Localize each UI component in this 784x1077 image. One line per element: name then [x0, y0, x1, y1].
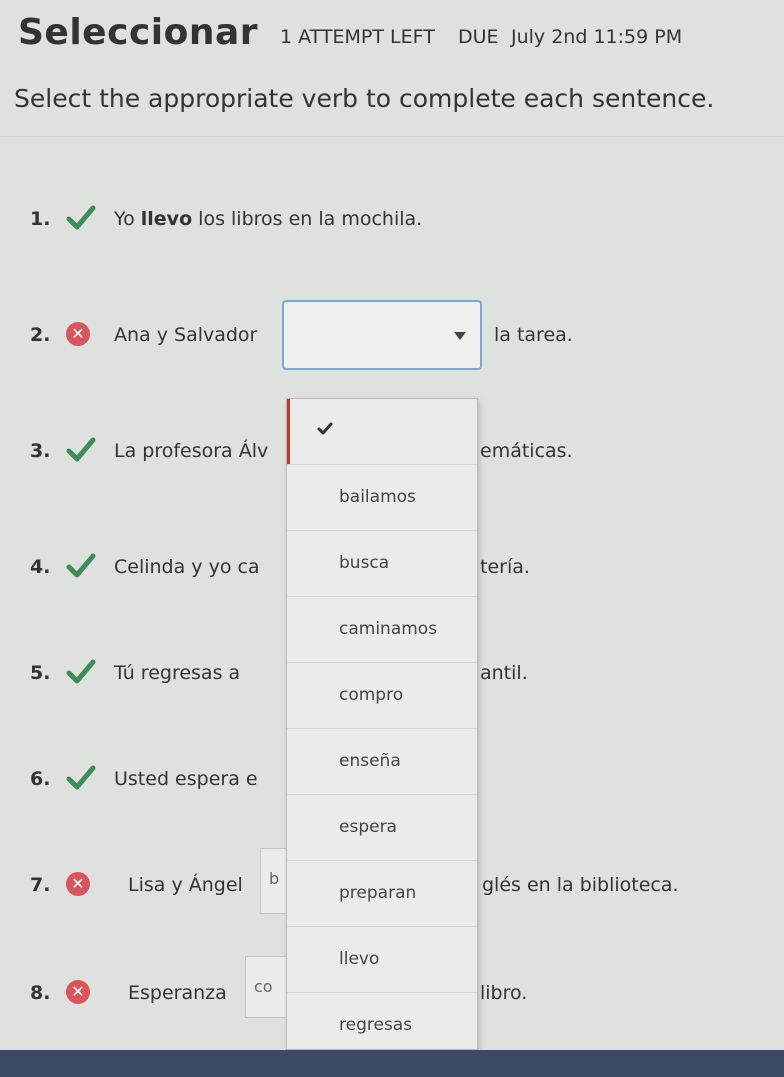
sentence-start: Yo: [114, 208, 135, 230]
correct-check-icon: [66, 204, 96, 232]
due-date: July 2nd 11:59 PM: [511, 26, 683, 48]
dropdown-option[interactable]: compro: [287, 663, 477, 729]
sentence-start: Lisa y Ángel: [128, 874, 243, 896]
sentence-start: Celinda y yo ca: [114, 556, 260, 578]
question-number: 2.: [30, 324, 51, 346]
instructions: Select the appropriate verb to complete …: [14, 84, 715, 113]
correct-check-icon: [66, 658, 96, 686]
question-number: 7.: [30, 874, 51, 896]
sentence-end: antil.: [480, 662, 528, 684]
sentence-end: glés en la biblioteca.: [482, 874, 679, 896]
dropdown-option[interactable]: caminamos: [287, 597, 477, 663]
question-number: 5.: [30, 662, 51, 684]
sentence-start: Ana y Salvador: [114, 324, 258, 346]
header: Seleccionar 1 ATTEMPT LEFT DUE July 2nd …: [18, 10, 778, 58]
sentence-end: emáticas.: [480, 440, 573, 462]
dropdown-caret-icon: [454, 332, 466, 340]
question-number: 6.: [30, 768, 51, 790]
correct-check-icon: [66, 552, 96, 580]
sentence-end: los libros en la mochila.: [198, 208, 423, 230]
sentence-start: Usted espera e: [114, 768, 258, 790]
bottom-bar: [0, 1050, 784, 1077]
question-number: 3.: [30, 440, 51, 462]
sentence-start: Esperanza: [128, 982, 227, 1004]
answer-select-2[interactable]: [282, 300, 482, 370]
verb-dropdown-list[interactable]: bailamos busca caminamos compro enseña e…: [286, 398, 478, 1050]
dropdown-option[interactable]: bailamos: [287, 465, 477, 531]
dropdown-option[interactable]: busca: [287, 531, 477, 597]
due-label: DUE: [458, 26, 499, 48]
divider: [0, 136, 784, 137]
attempts-left: 1 ATTEMPT LEFT: [280, 26, 435, 48]
dropdown-option-empty[interactable]: [287, 399, 477, 465]
question-number: 8.: [30, 982, 51, 1004]
sentence-start: Tú regresas a: [114, 662, 241, 684]
sentence-end: tería.: [480, 556, 530, 578]
incorrect-x-icon: ✕: [66, 872, 90, 896]
incorrect-x-icon: ✕: [66, 980, 90, 1004]
page-title: Seleccionar: [18, 12, 259, 53]
selected-check-icon: [317, 422, 333, 435]
question-number: 1.: [30, 208, 51, 230]
answer-select-8[interactable]: co: [245, 956, 290, 1018]
correct-check-icon: [66, 436, 96, 464]
sentence-start: La profesora Álv: [114, 440, 269, 462]
dropdown-option[interactable]: llevo: [287, 927, 477, 993]
sentence-end: libro.: [480, 982, 528, 1004]
correct-check-icon: [66, 764, 96, 792]
incorrect-x-icon: ✕: [66, 322, 90, 346]
selected-answer: llevo: [140, 208, 193, 230]
question-number: 4.: [30, 556, 51, 578]
sentence-end: la tarea.: [494, 324, 573, 346]
question-1: 1. Yo llevo los libros en la mochila.: [30, 202, 530, 238]
dropdown-option[interactable]: espera: [287, 795, 477, 861]
dropdown-option[interactable]: enseña: [287, 729, 477, 795]
dropdown-option[interactable]: preparan: [287, 861, 477, 927]
